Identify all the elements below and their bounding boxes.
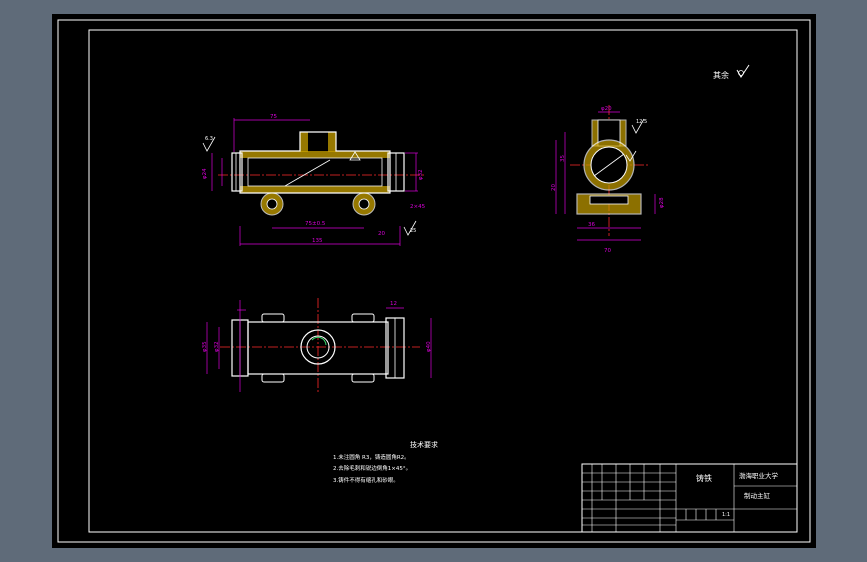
dim-side-height-lower: 20 [551,184,557,191]
dim-front-offset: 20 [378,231,385,237]
title-scale: 1:1 [722,512,730,518]
dim-side-base-hole: φ28 [659,197,665,208]
dim-top-left-outer: φ35 [202,341,208,352]
dim-front-chamfer: 2×45 [410,204,426,210]
tech-req-line-3: 3.铸件不得有缩孔和砂眼。 [333,476,399,484]
title-part-name: 制动主缸 [744,491,771,500]
dim-side-top-dia: φ20 [601,106,612,112]
dim-front-inner-dia: φ24 [202,168,208,179]
dim-side-total-width: 70 [604,248,611,254]
dim-top-left-inner: φ32 [214,341,220,352]
tech-req-line-1: 1.未注圆角 R3，铸造圆角R2。 [333,453,410,461]
roughness-value-side: 12.5 [636,119,647,125]
dim-front-length-top: 75 [270,114,277,120]
dim-top-right: φ40 [426,341,432,352]
cad-drawing-canvas: 其余 75 135 75±0.5 20 2×45 φ24 φ32 6.3 25 … [52,14,816,548]
tech-req-line-2: 2.去除毛刺和锐边倒角1×45°。 [333,464,411,472]
drawing-sheet [52,14,816,548]
dim-top-flange-width: 12 [390,301,397,307]
dim-front-hole-spacing: 75±0.5 [305,221,326,227]
dim-front-total-length: 135 [312,238,323,244]
roughness-note-text: 其余 [713,70,729,80]
dim-side-inner-width: 36 [588,222,595,228]
tech-req-title: 技术要求 [410,440,438,449]
roughness-value-front-left: 6.3 [205,136,213,142]
roughness-value-front-right: 25 [410,228,416,234]
dim-front-outer-dia: φ32 [418,169,424,180]
title-material: 铸铁 [696,473,712,483]
dim-side-height-upper: 35 [560,155,566,162]
title-company: 渤海职业大学 [739,471,779,480]
